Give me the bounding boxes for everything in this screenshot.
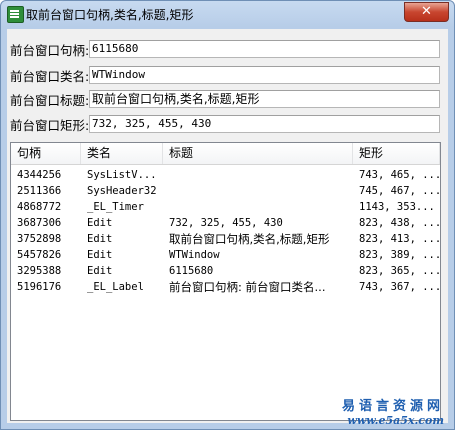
column-header-rect[interactable]: 矩形	[353, 143, 440, 164]
cell-title: 6115680	[169, 265, 214, 277]
cell-title: 前台窗口句柄: 前台窗口类名...	[169, 280, 326, 294]
cell-title	[163, 183, 353, 199]
table-row[interactable]: 5457826 Edit WTWindow 823, 389, ...	[11, 247, 440, 263]
cell-handle: 5196176	[17, 281, 62, 293]
table-row[interactable]: 4868772 _EL_Timer 1143, 353...	[11, 199, 440, 215]
class-label: 前台窗口类名:	[10, 69, 90, 84]
cell-title: WTWindow	[169, 249, 220, 261]
cell-title	[163, 167, 353, 183]
cell-class: Edit	[87, 249, 113, 261]
watermark-url: www.e5a5x.com	[347, 414, 444, 427]
cell-rect: 823, 389, ...	[359, 249, 440, 261]
table-row[interactable]: 3687306 Edit 732, 325, 455, 430 823, 438…	[11, 215, 440, 231]
cell-rect: 745, 467, ...	[359, 185, 440, 197]
table-row[interactable]: 5196176 _EL_Label 前台窗口句柄: 前台窗口类名... 743,…	[11, 279, 440, 295]
list-header: 句柄 类名 标题 矩形	[11, 143, 440, 165]
table-row[interactable]: 2511366 SysHeader32 745, 467, ...	[11, 183, 440, 199]
cell-class: Edit	[87, 217, 113, 229]
cell-class: Edit	[87, 265, 113, 277]
column-header-handle[interactable]: 句柄	[11, 143, 81, 164]
title-field[interactable]: 取前台窗口句柄,类名,标题,矩形	[89, 90, 440, 108]
cell-handle: 4344256	[17, 169, 62, 181]
cell-class: _EL_Timer	[87, 201, 144, 213]
cell-title	[163, 199, 353, 215]
cell-handle: 3295388	[17, 265, 62, 277]
cell-rect: 823, 438, ...	[359, 217, 440, 229]
close-button[interactable]: ✕	[404, 2, 449, 22]
cell-rect: 823, 413, ...	[359, 233, 440, 245]
cell-class: Edit	[87, 233, 113, 245]
cell-handle: 4868772	[17, 201, 62, 213]
window-list[interactable]: 句柄 类名 标题 矩形 4344256 SysListV... 743, 465…	[10, 142, 441, 421]
title-bar[interactable]: 取前台窗口句柄,类名,标题,矩形 ✕	[1, 1, 454, 27]
main-window: 取前台窗口句柄,类名,标题,矩形 ✕ 前台窗口句柄: 6115680 前台窗口类…	[0, 0, 455, 430]
rect-label: 前台窗口矩形:	[10, 118, 90, 133]
rect-field[interactable]: 732, 325, 455, 430	[89, 115, 440, 133]
cell-handle: 5457826	[17, 249, 62, 261]
cell-handle: 2511366	[17, 185, 62, 197]
cell-rect: 823, 365, ...	[359, 265, 440, 277]
site-watermark: 易语言资源网 www.e5a5x.com	[342, 395, 444, 427]
handle-field[interactable]: 6115680	[89, 40, 440, 58]
column-header-class[interactable]: 类名	[81, 143, 163, 164]
table-row[interactable]: 3295388 Edit 6115680 823, 365, ...	[11, 263, 440, 279]
cell-rect: 743, 367, ...	[359, 281, 440, 293]
column-header-title[interactable]: 标题	[163, 143, 353, 164]
client-area: 前台窗口句柄: 6115680 前台窗口类名: WTWindow 前台窗口标题:…	[7, 29, 448, 423]
cell-class: SysHeader32	[87, 185, 157, 197]
cell-title: 732, 325, 455, 430	[169, 217, 283, 229]
cell-handle: 3687306	[17, 217, 62, 229]
watermark-cn: 易语言资源网	[341, 399, 444, 414]
cell-title: 取前台窗口句柄,类名,标题,矩形	[169, 232, 330, 246]
table-row[interactable]: 3752898 Edit 取前台窗口句柄,类名,标题,矩形 823, 413, …	[11, 231, 440, 247]
cell-handle: 3752898	[17, 233, 62, 245]
window-title: 取前台窗口句柄,类名,标题,矩形	[26, 8, 194, 22]
app-icon	[7, 6, 24, 23]
handle-label: 前台窗口句柄:	[10, 43, 90, 58]
cell-rect: 743, 465, ...	[359, 169, 440, 181]
title-label: 前台窗口标题:	[10, 93, 90, 108]
cell-class: _EL_Label	[87, 281, 144, 293]
class-field[interactable]: WTWindow	[89, 66, 440, 84]
cell-class: SysListV...	[87, 169, 157, 181]
table-row[interactable]: 4344256 SysListV... 743, 465, ...	[11, 167, 440, 183]
cell-rect: 1143, 353...	[359, 201, 435, 213]
